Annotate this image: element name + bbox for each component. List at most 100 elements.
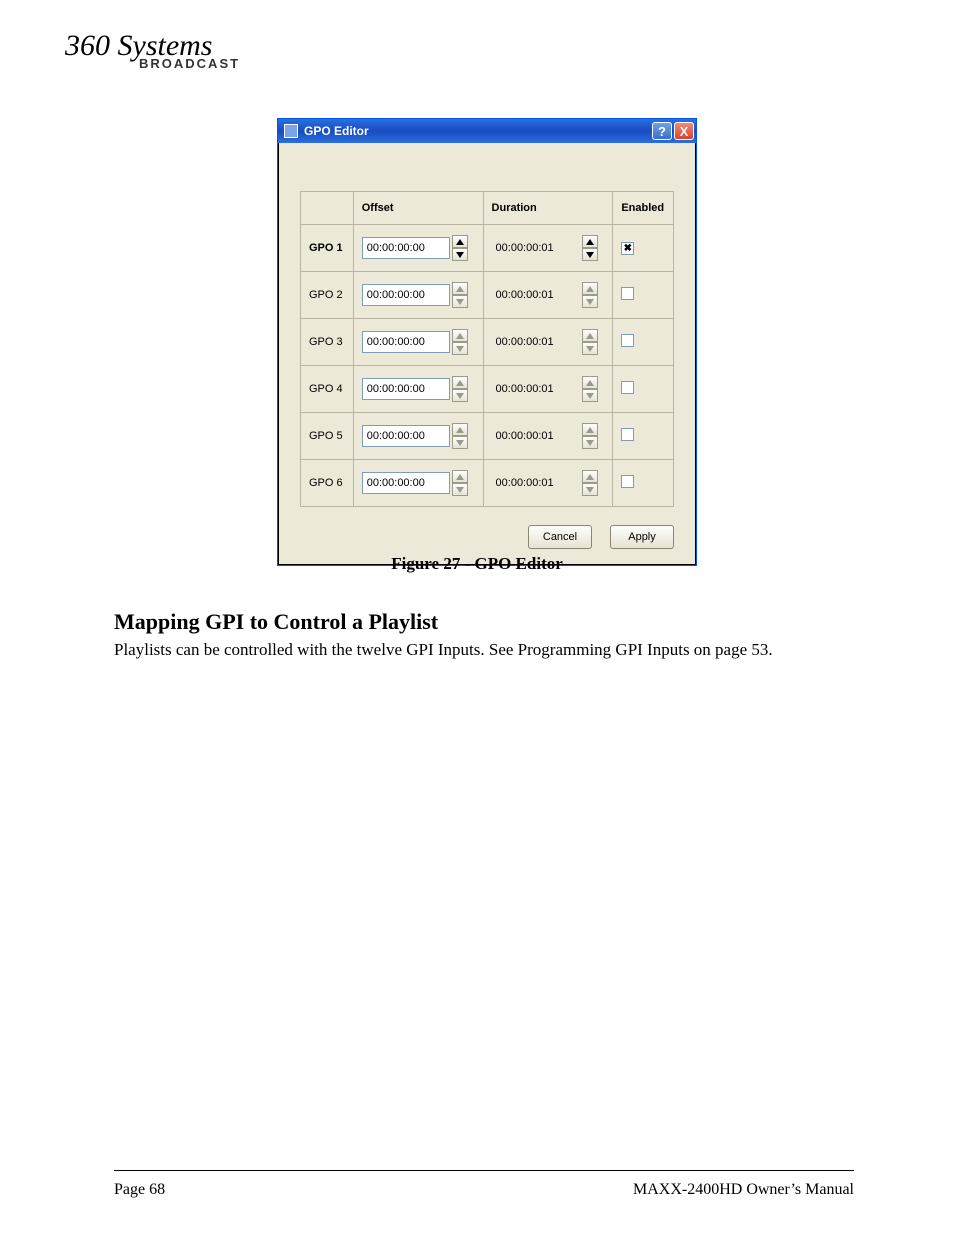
gpo-row-label: GPO 2 <box>301 272 354 319</box>
enabled-checkbox[interactable]: ✖ <box>621 242 634 255</box>
gpo-table: Offset Duration Enabled GPO 100:00:00:01… <box>300 191 674 507</box>
spin-up-icon[interactable] <box>582 423 598 436</box>
spin-up-icon[interactable] <box>582 329 598 342</box>
spin-down-icon[interactable] <box>582 295 598 308</box>
offset-cell <box>353 272 483 319</box>
enabled-checkbox[interactable] <box>621 381 634 394</box>
duration-value: 00:00:00:01 <box>492 425 580 447</box>
offset-input[interactable] <box>362 378 450 400</box>
item-field: Item: 2 <box>440 161 474 173</box>
clip-label: Clip Title: <box>539 161 584 173</box>
item-value: 2 <box>467 161 473 173</box>
enabled-checkbox[interactable] <box>621 334 634 347</box>
table-row: GPO 3 00:00:00:01 <box>301 319 674 366</box>
spin-down-icon[interactable] <box>452 436 468 449</box>
spin-down-icon[interactable] <box>582 436 598 449</box>
enabled-cell <box>613 460 674 507</box>
offset-input[interactable] <box>362 472 450 494</box>
gpo-row-label: GPO 6 <box>301 460 354 507</box>
dialog-actions: Cancel Apply <box>300 525 674 549</box>
enabled-cell <box>613 272 674 319</box>
gpo-row-label: GPO 1 <box>301 225 354 272</box>
spin-up-icon[interactable] <box>582 235 598 248</box>
apply-button[interactable]: Apply <box>610 525 674 549</box>
offset-input[interactable] <box>362 425 450 447</box>
duration-cell: 00:00:00:01 <box>483 460 613 507</box>
section-heading: Mapping GPI to Control a Playlist <box>114 609 438 635</box>
spin-up-icon[interactable] <box>452 282 468 295</box>
spin-down-icon[interactable] <box>582 342 598 355</box>
section-paragraph: Playlists can be controlled with the twe… <box>114 640 773 660</box>
offset-cell <box>353 460 483 507</box>
item-label: Item: <box>440 161 464 173</box>
enabled-cell <box>613 366 674 413</box>
offset-cell <box>353 413 483 460</box>
gpo-row-label: GPO 3 <box>301 319 354 366</box>
duration-value: 00:00:00:01 <box>492 378 580 400</box>
spin-down-icon[interactable] <box>452 295 468 308</box>
duration-value: 00:00:00:01 <box>492 331 580 353</box>
spin-down-icon[interactable] <box>452 483 468 496</box>
clip-value: AT02_6_420_a11 <box>587 161 674 173</box>
offset-input[interactable] <box>362 331 450 353</box>
table-row: GPO 6 00:00:00:01 <box>301 460 674 507</box>
spin-down-icon[interactable] <box>582 389 598 402</box>
duration-value: 00:00:00:01 <box>492 284 580 306</box>
table-row: GPO 1 00:00:00:01 ✖ <box>301 225 674 272</box>
spin-down-icon[interactable] <box>452 342 468 355</box>
spin-up-icon[interactable] <box>582 376 598 389</box>
duration-cell: 00:00:00:01 <box>483 366 613 413</box>
duration-value: 00:00:00:01 <box>492 237 580 259</box>
spin-up-icon[interactable] <box>582 282 598 295</box>
footer-page: Page 68 <box>114 1181 165 1199</box>
spin-up-icon[interactable] <box>452 329 468 342</box>
brand-logo: 360 Systems BROADCAST <box>65 34 265 92</box>
gpo-editor-dialog: GPO Editor ? X Playlist: MYPLAYLIST4 Ite… <box>277 118 697 566</box>
table-row: GPO 2 00:00:00:01 <box>301 272 674 319</box>
enabled-cell: ✖ <box>613 225 674 272</box>
enabled-checkbox[interactable] <box>621 475 634 488</box>
info-bar: Playlist: MYPLAYLIST4 Item: 2 Clip Title… <box>300 161 674 173</box>
enabled-cell <box>613 319 674 366</box>
spin-down-icon[interactable] <box>582 483 598 496</box>
spin-up-icon[interactable] <box>452 235 468 248</box>
table-row: GPO 5 00:00:00:01 <box>301 413 674 460</box>
help-button[interactable]: ? <box>652 122 672 140</box>
spin-up-icon[interactable] <box>452 376 468 389</box>
table-row: GPO 4 00:00:00:01 <box>301 366 674 413</box>
offset-cell <box>353 366 483 413</box>
window-icon <box>284 124 298 138</box>
offset-cell <box>353 319 483 366</box>
offset-cell <box>353 225 483 272</box>
spin-up-icon[interactable] <box>452 470 468 483</box>
close-button[interactable]: X <box>674 122 694 140</box>
logo-sub: BROADCAST <box>139 56 265 71</box>
duration-cell: 00:00:00:01 <box>483 272 613 319</box>
spin-down-icon[interactable] <box>452 389 468 402</box>
figure-caption: Figure 27 - GPO Editor <box>0 554 954 574</box>
clip-field: Clip Title: AT02_6_420_a11 <box>539 161 674 173</box>
header-enabled: Enabled <box>613 192 674 225</box>
footer-manual: MAXX-2400HD Owner’s Manual <box>633 1181 854 1199</box>
logo-script: 360 Systems <box>65 34 265 58</box>
duration-value: 00:00:00:01 <box>492 472 580 494</box>
spin-up-icon[interactable] <box>452 423 468 436</box>
spin-down-icon[interactable] <box>452 248 468 261</box>
spin-down-icon[interactable] <box>582 248 598 261</box>
playlist-label: Playlist: <box>300 161 338 173</box>
playlist-value: MYPLAYLIST4 <box>341 161 416 173</box>
duration-cell: 00:00:00:01 <box>483 225 613 272</box>
spin-up-icon[interactable] <box>582 470 598 483</box>
gpo-row-label: GPO 4 <box>301 366 354 413</box>
cancel-button[interactable]: Cancel <box>528 525 592 549</box>
duration-cell: 00:00:00:01 <box>483 413 613 460</box>
titlebar[interactable]: GPO Editor ? X <box>278 119 696 143</box>
offset-input[interactable] <box>362 284 450 306</box>
gpo-row-label: GPO 5 <box>301 413 354 460</box>
offset-input[interactable] <box>362 237 450 259</box>
enabled-checkbox[interactable] <box>621 428 634 441</box>
header-duration: Duration <box>483 192 613 225</box>
enabled-cell <box>613 413 674 460</box>
enabled-checkbox[interactable] <box>621 287 634 300</box>
footer-rule <box>114 1170 854 1171</box>
